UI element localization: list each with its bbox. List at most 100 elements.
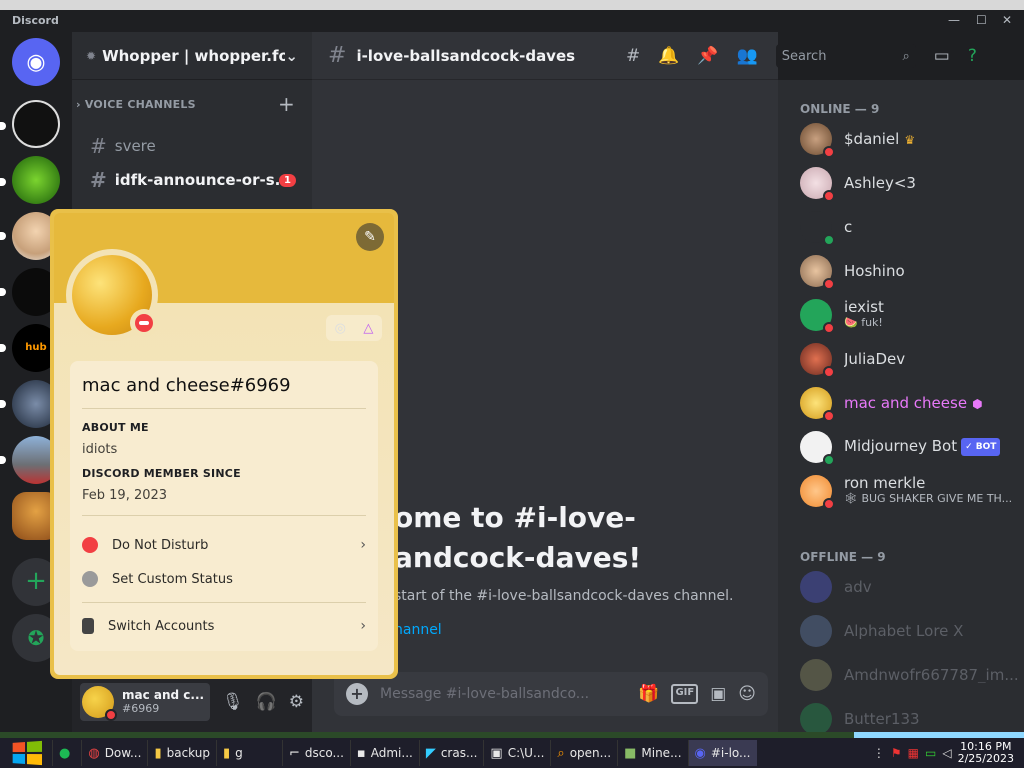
taskbar-cmd[interactable]: ▣ C:\U... [483, 740, 550, 766]
taskbar-label: dsco... [304, 746, 344, 760]
category-label: VOICE CHANNELS [84, 98, 196, 111]
member-ron-merkle[interactable]: ron merkle 🕸 BUG SHAKER GIVE ME TH... [800, 470, 1020, 512]
taskbar-label: C:\U... [507, 746, 545, 760]
member-name: JuliaDev [844, 351, 906, 367]
gif-icon[interactable]: GIF [671, 684, 699, 704]
taskbar-open[interactable]: ⌕ open... [550, 740, 617, 766]
minimize-icon[interactable]: — [948, 13, 960, 27]
member-name: Hoshino [844, 263, 905, 279]
sticker-icon[interactable]: ▣ [710, 684, 726, 704]
search-icon: ⌕ [902, 48, 910, 64]
taskbar-chrome[interactable]: ◍ Dow... [81, 740, 147, 766]
menu-label: Switch Accounts [108, 618, 215, 634]
member-since-date: Feb 19, 2023 [82, 488, 168, 503]
taskbar-dsco[interactable]: ⌐ dsco... [281, 740, 350, 766]
flag-icon[interactable]: ⚑ [891, 746, 902, 760]
divider [82, 515, 366, 516]
member-daniel[interactable]: $daniel ♛ [800, 118, 1020, 160]
bell-icon[interactable]: 🔔 [658, 46, 679, 66]
user-info-button[interactable]: mac and c... #6969 [80, 683, 211, 721]
status-do-not-disturb[interactable]: Do Not Disturb › [82, 528, 366, 562]
divider [82, 602, 366, 603]
avatar [800, 475, 835, 510]
minecraft-icon: ■ [624, 745, 637, 761]
avatar [800, 299, 835, 334]
taskbar-admin[interactable]: ▪ Admi... [349, 740, 419, 766]
member-ashley[interactable]: Ashley<3 [800, 162, 1020, 204]
taskbar-cras[interactable]: ◤ cras... [418, 740, 484, 766]
server-icon-troll[interactable] [12, 156, 60, 204]
taskbar-label: g [235, 746, 243, 760]
avatar [800, 211, 835, 246]
attach-plus-icon[interactable]: + [346, 683, 368, 705]
taskbar-g[interactable]: ▮ g [215, 740, 282, 766]
members-icon[interactable]: 👥 [737, 46, 758, 66]
member-mac-and-cheese[interactable]: mac and cheese ⬢ [800, 382, 1020, 424]
member-juliadev[interactable]: JuliaDev [800, 338, 1020, 380]
edit-channel-link[interactable]: hannel [394, 622, 442, 638]
taskbar-backup[interactable]: ▮ backup [147, 740, 216, 766]
gift-icon[interactable]: 🎁 [638, 684, 659, 704]
cmd-icon: ▪ [356, 745, 366, 761]
server-icon-1[interactable] [12, 100, 60, 148]
message-input[interactable] [380, 686, 631, 702]
channel-item-announce[interactable]: # idfk-announce-or-s... 1 [80, 164, 304, 196]
member-adv[interactable]: adv [800, 566, 1020, 608]
edit-profile-pencil-icon[interactable]: ✎ [356, 223, 384, 251]
member-c[interactable]: c [800, 206, 1020, 248]
menu-label: Set Custom Status [112, 571, 233, 587]
status-dnd [823, 278, 835, 290]
profile-avatar[interactable] [66, 249, 158, 341]
search-input[interactable]: Search ⌕ [775, 44, 916, 68]
taskbar-spotify[interactable]: ● [52, 740, 81, 766]
settings-gear-icon[interactable]: ⚙ [289, 692, 304, 712]
help-icon[interactable]: ? [968, 46, 977, 66]
member-name: iexist [844, 299, 884, 316]
avatar [800, 615, 832, 647]
microphone-icon[interactable]: 🎙 [222, 692, 244, 712]
taskbar-label: cras... [440, 746, 478, 760]
discord-home-icon[interactable]: ◉ [12, 38, 60, 86]
member-midjourney[interactable]: Midjourney Bot ✓ BOT [800, 426, 1020, 468]
switch-account-icon [82, 618, 94, 634]
maximize-icon[interactable]: ☐ [976, 13, 987, 27]
inbox-icon[interactable]: ▭ [934, 46, 950, 66]
start-button[interactable] [0, 738, 52, 768]
close-icon[interactable]: ✕ [1002, 13, 1012, 27]
server-header[interactable]: ✹ Whopper | whopper.fo... ⌄ [72, 32, 312, 80]
terminal-icon: ▣ [490, 745, 503, 761]
taskbar-minecraft[interactable]: ■ Mine... [617, 740, 687, 766]
chevron-down-icon: ⌄ [285, 46, 298, 65]
alert-icon[interactable]: ▦ [908, 746, 919, 760]
switch-accounts[interactable]: Switch Accounts › [82, 609, 366, 643]
taskbar-discord[interactable]: ◉ #i-lo... [687, 740, 757, 766]
member-iexist[interactable]: iexist 🍉 fuk! [800, 294, 1020, 336]
smiley-icon [82, 571, 98, 587]
member-name: Amdnwofr667787_im... [844, 667, 1019, 683]
clock[interactable]: 10:16 PM 2/25/2023 [958, 741, 1014, 765]
unread-pip [0, 344, 6, 352]
volume-icon[interactable]: ◁ [942, 746, 951, 760]
channel-item-svere[interactable]: # svere [80, 130, 304, 162]
nitro-badge-icon[interactable]: △ [363, 321, 373, 336]
member-amdnwofr[interactable]: Amdnwofr667787_im... [800, 654, 1020, 696]
overflow-icon[interactable]: ⋮ [873, 746, 885, 760]
set-custom-status[interactable]: Set Custom Status [82, 562, 366, 596]
avatar [800, 659, 832, 691]
member-hoshino[interactable]: Hoshino [800, 250, 1020, 292]
profile-popout: ✎ ◎ △ mac and cheese#6969 ABOUT ME idiot… [50, 209, 398, 679]
hypesquad-badge-icon[interactable]: ◎ [335, 321, 346, 336]
profile-badges: ◎ △ [326, 315, 382, 341]
pin-icon[interactable]: 📌 [697, 46, 718, 66]
spotify-icon: ● [59, 745, 71, 761]
member-name: Ashley<3 [844, 175, 916, 191]
network-icon[interactable]: ▭ [925, 746, 936, 760]
headphones-icon[interactable]: 🎧 [256, 692, 277, 712]
hash-icon: # [90, 134, 107, 158]
member-alphabet-lore[interactable]: Alphabet Lore X [800, 610, 1020, 652]
channel-category[interactable]: › VOICE CHANNELS [76, 98, 196, 111]
emoji-icon[interactable]: ☺ [738, 684, 756, 704]
member-activity: 🕸 BUG SHAKER GIVE ME TH... [844, 492, 1013, 505]
threads-icon[interactable]: # [626, 46, 640, 66]
add-channel-icon[interactable]: + [278, 92, 295, 116]
